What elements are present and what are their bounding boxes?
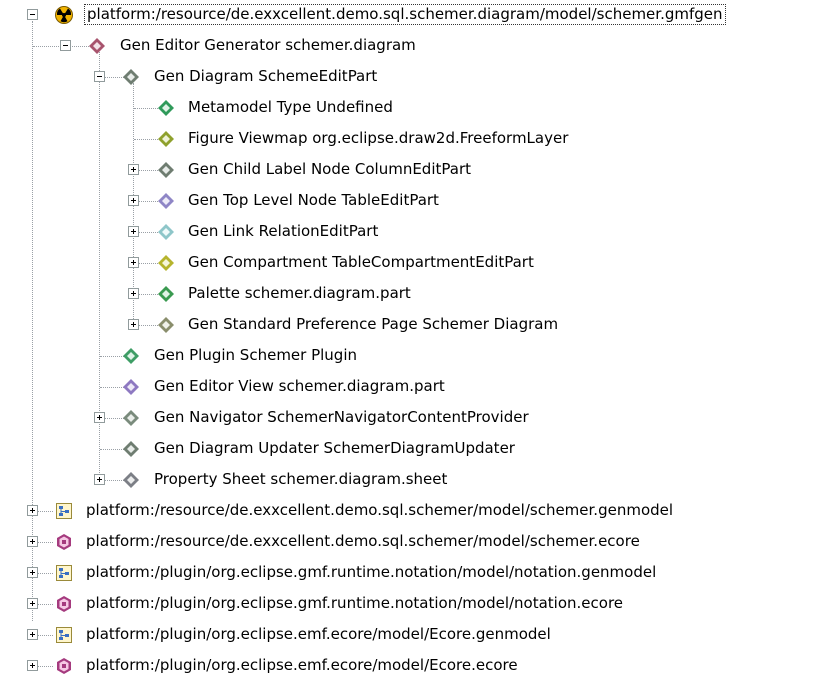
ecore-resource-icon [55, 533, 73, 551]
gen-navigator-icon [122, 409, 140, 427]
tree-item-label[interactable]: platform:/plugin/org.eclipse.emf.ecore/m… [84, 656, 520, 675]
tree-item-gen-editor-view[interactable]: Gen Editor View schemer.diagram.part [0, 372, 836, 403]
ecore-resource-icon [55, 657, 73, 675]
gen-editor-view-icon [122, 378, 140, 396]
collapse-toggle[interactable] [94, 71, 105, 82]
tree-item-label[interactable]: Gen Compartment TableCompartmentEditPart [186, 253, 536, 272]
gen-diagram-icon [122, 68, 140, 86]
gen-plugin-icon [122, 347, 140, 365]
tree-item-label[interactable]: Figure Viewmap org.eclipse.draw2d.Freefo… [186, 129, 570, 148]
tree-item-label[interactable]: Metamodel Type Undefined [186, 98, 395, 117]
expand-toggle[interactable] [27, 598, 38, 609]
expand-toggle[interactable] [128, 288, 139, 299]
tree-item-label[interactable]: platform:/resource/de.exxcellent.demo.sq… [84, 501, 675, 520]
expand-toggle[interactable] [27, 536, 38, 547]
gen-standard-preference-page-icon [157, 316, 175, 334]
tree-item-gmfgen-resource[interactable]: platform:/resource/de.exxcellent.demo.sq… [0, 0, 836, 31]
ecore-resource-icon [55, 595, 73, 613]
tree-item-palette[interactable]: Palette schemer.diagram.part [0, 279, 836, 310]
tree-item-gen-top-level-node[interactable]: Gen Top Level Node TableEditPart [0, 186, 836, 217]
expand-toggle[interactable] [27, 505, 38, 516]
collapse-toggle[interactable] [27, 9, 38, 20]
metamodel-type-icon [157, 99, 175, 117]
expand-toggle[interactable] [27, 660, 38, 671]
expand-toggle[interactable] [128, 195, 139, 206]
tree-item-label[interactable]: Gen Plugin Schemer Plugin [152, 346, 359, 365]
tree-item-label[interactable]: Property Sheet schemer.diagram.sheet [152, 470, 449, 489]
expand-toggle[interactable] [128, 319, 139, 330]
tree-item-label[interactable]: Palette schemer.diagram.part [186, 284, 413, 303]
expand-toggle[interactable] [128, 226, 139, 237]
gmfgen-resource-icon [55, 6, 73, 24]
expand-toggle[interactable] [128, 257, 139, 268]
tree-item-gen-child-label-node[interactable]: Gen Child Label Node ColumnEditPart [0, 155, 836, 186]
expand-toggle[interactable] [27, 629, 38, 640]
gen-link-icon [157, 223, 175, 241]
gen-child-label-node-icon [157, 161, 175, 179]
tree-item-label[interactable]: platform:/resource/de.exxcellent.demo.sq… [84, 532, 642, 551]
tree-item-label[interactable]: Gen Diagram SchemeEditPart [152, 67, 379, 86]
tree-item-ecore-ecore[interactable]: platform:/plugin/org.eclipse.emf.ecore/m… [0, 651, 836, 682]
tree-item-gen-link[interactable]: Gen Link RelationEditPart [0, 217, 836, 248]
genmodel-resource-icon [55, 564, 73, 582]
gen-compartment-icon [157, 254, 175, 272]
genmodel-resource-icon [55, 626, 73, 644]
tree-item-label[interactable]: Gen Navigator SchemerNavigatorContentPro… [152, 408, 531, 427]
tree-item-gen-navigator[interactable]: Gen Navigator SchemerNavigatorContentPro… [0, 403, 836, 434]
tree-item-gen-diagram-updater[interactable]: Gen Diagram Updater SchemerDiagramUpdate… [0, 434, 836, 465]
tree-item-gen-editor-generator[interactable]: Gen Editor Generator schemer.diagram [0, 31, 836, 62]
tree-item-ecore-genmodel[interactable]: platform:/plugin/org.eclipse.emf.ecore/m… [0, 620, 836, 651]
gen-editor-generator-icon [88, 37, 106, 55]
figure-viewmap-icon [157, 130, 175, 148]
tree-item-label[interactable]: Gen Editor Generator schemer.diagram [118, 36, 418, 55]
tree-item-schemer-ecore[interactable]: platform:/resource/de.exxcellent.demo.sq… [0, 527, 836, 558]
tree-item-label[interactable]: platform:/plugin/org.eclipse.gmf.runtime… [84, 563, 658, 582]
tree-item-metamodel-type[interactable]: Metamodel Type Undefined [0, 93, 836, 124]
tree-item-label[interactable]: platform:/plugin/org.eclipse.gmf.runtime… [84, 594, 625, 613]
tree-item-gen-plugin[interactable]: Gen Plugin Schemer Plugin [0, 341, 836, 372]
tree-item-gen-compartment[interactable]: Gen Compartment TableCompartmentEditPart [0, 248, 836, 279]
tree-item-schemer-genmodel[interactable]: platform:/resource/de.exxcellent.demo.sq… [0, 496, 836, 527]
expand-toggle[interactable] [94, 474, 105, 485]
tree-item-figure-viewmap[interactable]: Figure Viewmap org.eclipse.draw2d.Freefo… [0, 124, 836, 155]
expand-toggle[interactable] [94, 412, 105, 423]
tree-item-notation-genmodel[interactable]: platform:/plugin/org.eclipse.gmf.runtime… [0, 558, 836, 589]
tree-item-label[interactable]: Gen Diagram Updater SchemerDiagramUpdate… [152, 439, 517, 458]
tree-item-gen-diagram[interactable]: Gen Diagram SchemeEditPart [0, 62, 836, 93]
gen-top-level-node-icon [157, 192, 175, 210]
tree-item-label[interactable]: platform:/plugin/org.eclipse.emf.ecore/m… [84, 625, 553, 644]
model-tree[interactable]: platform:/resource/de.exxcellent.demo.sq… [0, 0, 836, 677]
tree-item-label[interactable]: Gen Child Label Node ColumnEditPart [186, 160, 473, 179]
tree-item-property-sheet[interactable]: Property Sheet schemer.diagram.sheet [0, 465, 836, 496]
palette-icon [157, 285, 175, 303]
expand-toggle[interactable] [27, 567, 38, 578]
expand-toggle[interactable] [128, 164, 139, 175]
property-sheet-icon [122, 471, 140, 489]
gen-diagram-updater-icon [122, 440, 140, 458]
tree-item-label[interactable]: Gen Link RelationEditPart [186, 222, 380, 241]
collapse-toggle[interactable] [60, 40, 71, 51]
tree-item-label[interactable]: platform:/resource/de.exxcellent.demo.sq… [84, 4, 726, 25]
tree-item-label[interactable]: Gen Standard Preference Page Schemer Dia… [186, 315, 560, 334]
genmodel-resource-icon [55, 502, 73, 520]
tree-item-gen-standard-preference-page[interactable]: Gen Standard Preference Page Schemer Dia… [0, 310, 836, 341]
tree-item-label[interactable]: Gen Top Level Node TableEditPart [186, 191, 441, 210]
tree-item-notation-ecore[interactable]: platform:/plugin/org.eclipse.gmf.runtime… [0, 589, 836, 620]
tree-item-label[interactable]: Gen Editor View schemer.diagram.part [152, 377, 447, 396]
